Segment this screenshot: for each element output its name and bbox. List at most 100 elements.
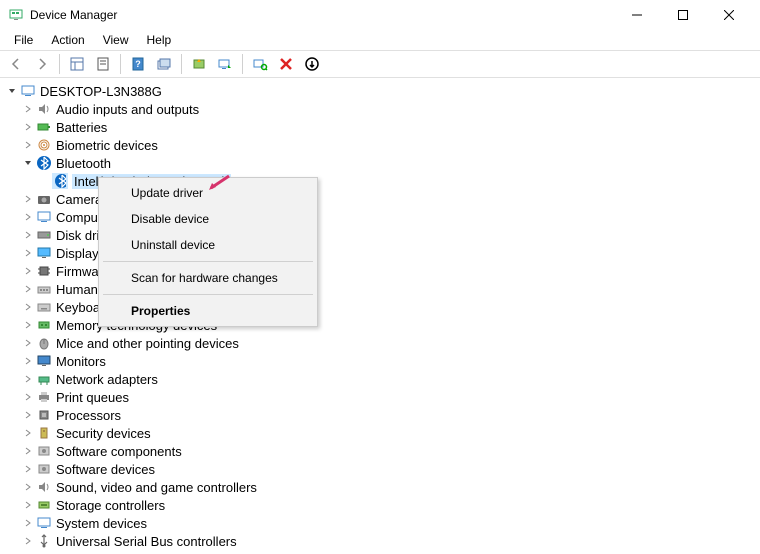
ctx-properties[interactable]: Properties xyxy=(101,298,315,324)
tree-node-mice[interactable]: Mice and other pointing devices xyxy=(0,334,760,352)
title-bar: Device Manager xyxy=(0,0,760,30)
tree-node-storage[interactable]: Storage controllers xyxy=(0,496,760,514)
storage-icon xyxy=(36,497,52,513)
tree-node-biometric[interactable]: Biometric devices xyxy=(0,136,760,154)
keyboard-icon xyxy=(36,299,52,315)
chevron-right-icon[interactable] xyxy=(20,101,36,117)
memory-icon xyxy=(36,317,52,333)
chevron-right-icon[interactable] xyxy=(20,209,36,225)
properties-toolbar-icon[interactable] xyxy=(91,52,115,76)
tree-node-label: Bluetooth xyxy=(56,156,111,171)
chevron-right-icon[interactable] xyxy=(20,443,36,459)
chevron-right-icon[interactable] xyxy=(20,389,36,405)
uninstall-toolbar-icon[interactable] xyxy=(274,52,298,76)
speaker-icon xyxy=(36,479,52,495)
tree-root[interactable]: DESKTOP-L3N388G xyxy=(0,82,760,100)
chevron-right-icon[interactable] xyxy=(20,515,36,531)
chip-icon xyxy=(36,263,52,279)
tree-node-security[interactable]: Security devices xyxy=(0,424,760,442)
hid-icon xyxy=(36,281,52,297)
tree-node-monitors[interactable]: Monitors xyxy=(0,352,760,370)
close-button[interactable] xyxy=(706,0,752,30)
menu-bar: File Action View Help xyxy=(0,30,760,50)
chevron-right-icon[interactable] xyxy=(20,353,36,369)
chevron-right-icon[interactable] xyxy=(20,119,36,135)
ctx-scan-hardware[interactable]: Scan for hardware changes xyxy=(101,265,315,291)
bluetooth-icon xyxy=(52,173,68,189)
chevron-right-icon[interactable] xyxy=(20,299,36,315)
network-icon xyxy=(36,371,52,387)
ctx-disable-device[interactable]: Disable device xyxy=(101,206,315,232)
menu-file[interactable]: File xyxy=(6,31,41,49)
system-icon xyxy=(36,515,52,531)
monitor-icon xyxy=(36,353,52,369)
chevron-right-icon[interactable] xyxy=(20,497,36,513)
tree-node-label: Print queues xyxy=(56,390,129,405)
tree-node-batteries[interactable]: Batteries xyxy=(0,118,760,136)
tree-node-audio[interactable]: Audio inputs and outputs xyxy=(0,100,760,118)
context-menu: Update driver Disable device Uninstall d… xyxy=(98,177,318,327)
mouse-icon xyxy=(36,335,52,351)
tree-node-print[interactable]: Print queues xyxy=(0,388,760,406)
chevron-right-icon[interactable] xyxy=(20,227,36,243)
action-toolbar-icon[interactable] xyxy=(152,52,176,76)
tree-node-sound[interactable]: Sound, video and game controllers xyxy=(0,478,760,496)
update-driver-toolbar-icon[interactable] xyxy=(187,52,211,76)
ctx-uninstall-device[interactable]: Uninstall device xyxy=(101,232,315,258)
tree-node-label: Sound, video and game controllers xyxy=(56,480,257,495)
chevron-right-icon[interactable] xyxy=(20,479,36,495)
chevron-right-icon[interactable] xyxy=(20,425,36,441)
cpu-icon xyxy=(36,407,52,423)
chevron-right-icon[interactable] xyxy=(20,407,36,423)
chevron-right-icon[interactable] xyxy=(20,461,36,477)
tree-node-usb[interactable]: Universal Serial Bus controllers xyxy=(0,532,760,550)
bluetooth-icon xyxy=(36,155,52,171)
window-title: Device Manager xyxy=(30,8,614,22)
chevron-right-icon[interactable] xyxy=(20,533,36,549)
security-icon xyxy=(36,425,52,441)
chevron-down-icon[interactable] xyxy=(20,155,36,171)
fingerprint-icon xyxy=(36,137,52,153)
battery-icon xyxy=(36,119,52,135)
usb-icon xyxy=(36,533,52,549)
svg-text:?: ? xyxy=(135,59,141,69)
tree-node-swcomp[interactable]: Software components xyxy=(0,442,760,460)
chevron-right-icon[interactable] xyxy=(20,335,36,351)
tree-node-processors[interactable]: Processors xyxy=(0,406,760,424)
chevron-right-icon[interactable] xyxy=(20,245,36,261)
ctx-separator xyxy=(103,261,313,262)
spacer xyxy=(36,173,52,189)
maximize-button[interactable] xyxy=(660,0,706,30)
forward-button[interactable] xyxy=(30,52,54,76)
minimize-button[interactable] xyxy=(614,0,660,30)
tree-node-label: Network adapters xyxy=(56,372,158,387)
tree-node-bluetooth[interactable]: Bluetooth xyxy=(0,154,760,172)
tree-node-label: Monitors xyxy=(56,354,106,369)
chevron-right-icon[interactable] xyxy=(20,317,36,333)
menu-action[interactable]: Action xyxy=(43,31,92,49)
chevron-right-icon[interactable] xyxy=(20,137,36,153)
tree-node-network[interactable]: Network adapters xyxy=(0,370,760,388)
tree-root-label: DESKTOP-L3N388G xyxy=(40,84,162,99)
chevron-right-icon[interactable] xyxy=(20,191,36,207)
chevron-right-icon[interactable] xyxy=(20,281,36,297)
tree-node-system[interactable]: System devices xyxy=(0,514,760,532)
chevron-right-icon[interactable] xyxy=(20,371,36,387)
ctx-separator xyxy=(103,294,313,295)
speaker-icon xyxy=(36,101,52,117)
chevron-right-icon[interactable] xyxy=(20,263,36,279)
ctx-update-driver[interactable]: Update driver xyxy=(101,180,315,206)
menu-view[interactable]: View xyxy=(95,31,137,49)
scan-hardware-toolbar-icon[interactable] xyxy=(248,52,272,76)
disable-device-toolbar-icon[interactable] xyxy=(213,52,237,76)
chevron-down-icon[interactable] xyxy=(4,83,20,99)
enable-device-toolbar-icon[interactable] xyxy=(300,52,324,76)
back-button[interactable] xyxy=(4,52,28,76)
menu-help[interactable]: Help xyxy=(139,31,180,49)
tree-node-swdev[interactable]: Software devices xyxy=(0,460,760,478)
printer-icon xyxy=(36,389,52,405)
computer-icon xyxy=(36,209,52,225)
show-hide-console-icon[interactable] xyxy=(65,52,89,76)
tree-node-label: Biometric devices xyxy=(56,138,158,153)
help-toolbar-icon[interactable]: ? xyxy=(126,52,150,76)
